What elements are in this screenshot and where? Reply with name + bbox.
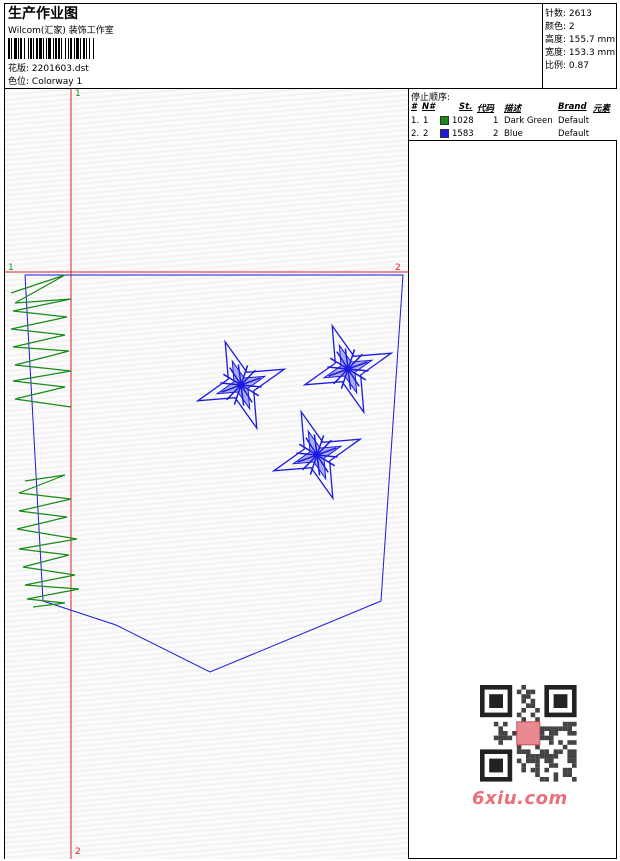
pocket-outline: [24, 274, 404, 673]
row1-index: 1.: [411, 116, 420, 126]
row2-desc: Blue: [504, 129, 523, 139]
stitches-stat: 针数: 2613: [545, 6, 592, 19]
height-label: 高度:: [545, 35, 567, 45]
col-header-n: N#: [422, 102, 436, 112]
page-subtitle: Wilcom(汇家) 装饰工作室: [8, 26, 114, 36]
row2-code: 2: [493, 129, 499, 139]
stop-sequence-panel: 停止顺序: # N# St. 代码 描述 Brand 元素 1. 1 1028 …: [409, 89, 617, 141]
col-header-element: 元素: [593, 104, 611, 114]
row1-brand: Default: [558, 116, 590, 126]
embroidery-preview: [5, 89, 409, 859]
scale-value: 0.87: [568, 61, 589, 71]
col-header-stitches: St.: [459, 102, 473, 112]
green-zigzag-bottom: [16, 474, 80, 608]
green-zigzag-top: [10, 274, 72, 408]
design-label: 花版:: [8, 64, 30, 74]
row1-code: 1: [493, 116, 499, 126]
height-value: 155.7 mm: [568, 35, 616, 45]
width-stat: 宽度: 153.3 mm: [545, 45, 615, 58]
page-title: 生产作业图: [8, 6, 78, 22]
star-1: [195, 339, 287, 431]
stats-panel: 针数: 2613 颜色: 2 高度: 155.7 mm 宽度: 153.3 mm…: [542, 3, 617, 89]
watermark-logo: 6xiu.com: [472, 788, 568, 809]
scale-stat: 比例: 0.87: [545, 58, 589, 71]
row1-stitches: 1028: [452, 116, 474, 126]
row2-n: 2: [423, 129, 429, 139]
colorway-value: Colorway 1: [31, 77, 83, 87]
row1-n: 1: [423, 116, 429, 126]
stitches-label: 针数:: [545, 9, 567, 19]
colors-label: 颜色:: [545, 22, 567, 32]
row2-brand: Default: [558, 129, 590, 139]
axis-label-left: 1: [8, 263, 14, 273]
col-header-index: #: [411, 102, 417, 112]
design-value: 2201603.dst: [31, 64, 89, 74]
star-2: [302, 323, 394, 415]
height-stat: 高度: 155.7 mm: [545, 32, 615, 45]
star-3: [271, 409, 363, 501]
col-header-brand: Brand: [558, 102, 587, 112]
stitches-value: 2613: [568, 9, 592, 19]
col-header-code: 代码: [477, 104, 495, 114]
row1-color-swatch: [440, 116, 449, 125]
barcode-icon: [8, 38, 94, 59]
design-info: 花版: 2201603.dst: [8, 61, 89, 74]
row2-stitches: 1583: [452, 129, 474, 139]
colorway-label: 色位:: [8, 77, 30, 87]
col-header-desc: 描述: [504, 104, 522, 114]
header: 生产作业图 Wilcom(汇家) 装饰工作室 花版: 2201603.dst 色…: [4, 3, 543, 89]
axis-label-bottom: 2: [75, 847, 81, 857]
axis-label-top: 1: [75, 89, 81, 99]
row1-desc: Dark Green: [504, 116, 553, 126]
design-canvas: 1 2 1 2: [5, 89, 409, 859]
width-label: 宽度:: [545, 48, 567, 58]
axis-label-right: 2: [395, 263, 401, 273]
colors-value: 2: [568, 22, 575, 32]
row2-color-swatch: [440, 129, 449, 138]
colors-stat: 颜色: 2: [545, 19, 575, 32]
width-value: 153.3 mm: [568, 48, 616, 58]
row2-index: 2.: [411, 129, 420, 139]
colorway-info: 色位: Colorway 1: [8, 74, 82, 87]
scale-label: 比例:: [545, 61, 567, 71]
